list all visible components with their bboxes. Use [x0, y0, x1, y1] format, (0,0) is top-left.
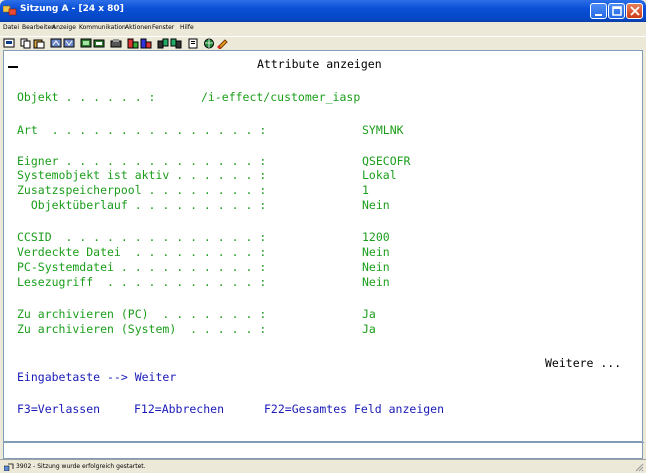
field-label: Zusatzspeicherpool . . . . . . . . :	[17, 183, 267, 197]
field-label: PC-Systemdatei . . . . . . . . . . :	[17, 260, 267, 274]
field-label: CCSID . . . . . . . . . . . . . . :	[17, 230, 267, 244]
maximize-button[interactable]	[608, 3, 625, 19]
divider	[4, 442, 644, 443]
menu-bar: Datei Bearbeiten Anzeige Kommunikation A…	[0, 22, 646, 36]
play-macro-icon[interactable]	[140, 38, 152, 49]
minimize-icon	[595, 14, 602, 16]
field-label: Zu archivieren (System) . . . . . :	[17, 322, 267, 336]
copy-icon[interactable]	[20, 38, 32, 49]
f22-show-field-key[interactable]: F22=Gesamtes Feld anzeigen	[264, 403, 444, 416]
status-bar: 3902 - Sitzung wurde erfolgreich gestart…	[0, 459, 646, 473]
field-value: Nein	[362, 198, 390, 212]
macro-icon[interactable]	[110, 38, 122, 49]
menu-kommunikation[interactable]: Kommunikation	[79, 24, 126, 31]
web-icon[interactable]	[203, 38, 215, 49]
text-cursor	[8, 66, 18, 68]
field-value: Ja	[362, 322, 376, 336]
field-value: Nein	[362, 260, 390, 274]
field-label: Objektüberlauf . . . . . . . . . :	[17, 198, 267, 212]
field-value: 1	[362, 183, 369, 197]
send-icon[interactable]	[50, 38, 62, 49]
maximize-icon	[612, 6, 622, 16]
field-label: Verdeckte Datei . . . . . . . . . :	[17, 245, 267, 259]
menu-bearbeiten[interactable]: Bearbeiten	[22, 24, 55, 31]
help-icon[interactable]	[216, 38, 228, 49]
window-title: Sitzung A - [24 x 80]	[20, 4, 124, 14]
display-icon[interactable]	[80, 38, 92, 49]
record-macro-icon[interactable]	[127, 38, 139, 49]
more-indicator: Weitere ...	[545, 356, 622, 370]
field-value: Nein	[362, 245, 390, 259]
f12-cancel-key[interactable]: F12=Abbrechen	[134, 403, 224, 416]
transfer-from-host-icon[interactable]	[170, 38, 182, 49]
field-value: QSECOFR	[362, 154, 411, 168]
keyboard-icon[interactable]	[93, 38, 105, 49]
input-area	[3, 442, 644, 459]
menu-aktionen[interactable]: Aktionen	[125, 24, 152, 31]
field-value: 1200	[362, 230, 390, 244]
objekt-label: Objekt . . . . . . :	[17, 90, 156, 104]
field-label: Zu archivieren (PC) . . . . . . . :	[17, 307, 267, 321]
field-value: Lokal	[362, 168, 397, 182]
close-button[interactable]	[626, 3, 643, 19]
connection-icon	[4, 463, 14, 471]
title-bar[interactable]: Sitzung A - [24 x 80]	[0, 0, 646, 22]
print-screen-icon[interactable]	[3, 38, 15, 49]
transfer-to-host-icon[interactable]	[157, 38, 169, 49]
menu-datei[interactable]: Datei	[3, 24, 19, 31]
toolbar	[0, 36, 646, 50]
minimize-button[interactable]	[590, 3, 607, 19]
menu-hilfe[interactable]: Hilfe	[180, 24, 194, 31]
f3-exit-key[interactable]: F3=Verlassen	[17, 403, 100, 416]
field-value: SYMLNK	[362, 123, 404, 137]
field-value: Nein	[362, 275, 390, 289]
field-value: Ja	[362, 307, 376, 321]
close-icon	[630, 6, 640, 16]
field-label: Lesezugriff . . . . . . . . . . . :	[17, 275, 267, 289]
menu-fenster[interactable]: Fenster	[152, 24, 174, 31]
session-icon	[3, 5, 17, 16]
field-label: Systemobjekt ist aktiv . . . . . . :	[17, 168, 267, 182]
status-message: 3902 - Sitzung wurde erfolgreich gestart…	[16, 463, 146, 470]
field-label: Eigner . . . . . . . . . . . . . . :	[17, 154, 267, 168]
clipboard-icon[interactable]	[187, 38, 199, 49]
paste-icon[interactable]	[33, 38, 45, 49]
enter-hint: Eingabetaste --> Weiter	[17, 370, 177, 384]
field-label: Art . . . . . . . . . . . . . . . :	[17, 123, 267, 137]
resize-grip-icon[interactable]	[634, 462, 644, 472]
screen-heading: Attribute anzeigen	[257, 57, 382, 71]
receive-icon[interactable]	[63, 38, 75, 49]
menu-anzeige[interactable]: Anzeige	[52, 24, 76, 31]
terminal-screen[interactable]: Attribute anzeigen Objekt . . . . . . : …	[3, 50, 643, 442]
objekt-value: /i-effect/customer_iasp	[201, 90, 361, 104]
